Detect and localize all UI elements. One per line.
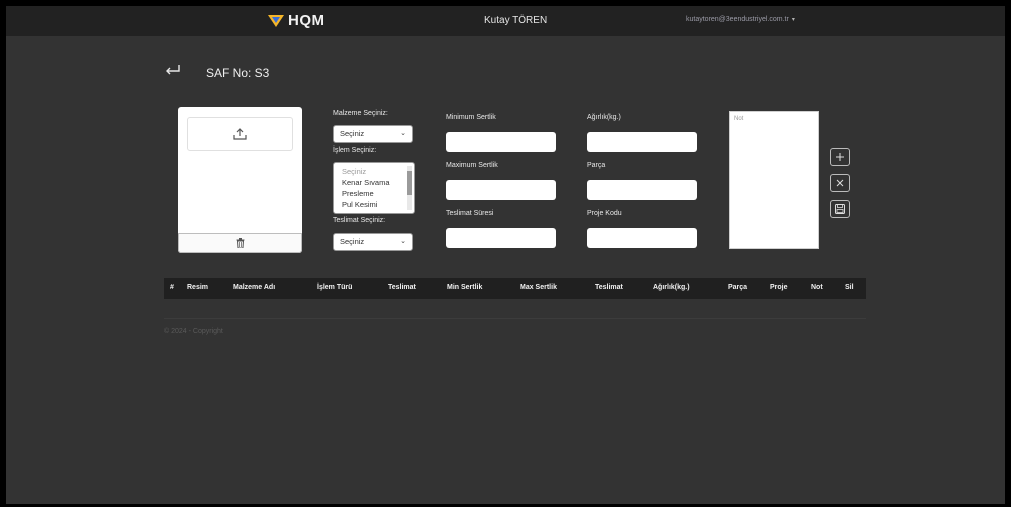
upload-icon [233,128,247,140]
teslimat-select[interactable]: Seçiniz ⌄ [333,233,413,251]
islem-listbox[interactable]: Seçiniz Kenar Sıvama Presleme Pul Kesimi [333,162,415,214]
page-title: SAF No: S3 [206,66,270,80]
max-sertlik-label: Maximum Sertlik [446,162,498,169]
islem-option[interactable]: Presleme [342,188,414,199]
teslimat-suresi-input[interactable] [446,228,556,248]
plus-icon [836,153,844,161]
clear-button[interactable] [830,174,850,192]
trash-icon [236,238,244,248]
top-navbar: HQM Kutay TÖREN kutaytoren@3eendustriyel… [6,6,1005,36]
scrollbar-thumb[interactable] [407,171,412,195]
column-header: İşlem Türü [317,284,353,291]
upload-button[interactable] [187,117,293,151]
agirlik-label: Ağırlık(kg.) [587,114,621,121]
user-email: kutaytoren@3eendustriyel.com.tr [686,16,789,23]
proje-kodu-label: Proje Kodu [587,210,622,217]
column-header: Teslimat [388,284,416,291]
malzeme-select[interactable]: Seçiniz ⌄ [333,125,413,143]
user-name: Kutay TÖREN [484,15,548,26]
max-sertlik-input[interactable] [446,180,556,200]
islem-option[interactable]: Pul Kesimi [342,199,414,210]
column-header: Proje [770,284,788,291]
app-window: HQM Kutay TÖREN kutaytoren@3eendustriyel… [6,6,1005,504]
column-header: Parça [728,284,748,291]
column-header: Max Sertlik [520,284,557,291]
islem-option[interactable]: Seçiniz [342,166,414,177]
close-icon [836,179,844,187]
islem-label: İşlem Seçiniz: [333,147,377,154]
table-header: # Resim Malzeme Adı İşlem Türü Teslimat … [164,278,866,299]
teslimat-select-value: Seçiniz [340,237,365,246]
column-header: Teslimat [595,284,623,291]
return-arrow-icon[interactable] [164,64,182,78]
column-header: Resim [187,284,209,291]
proje-kodu-input[interactable] [587,228,697,248]
chevron-down-icon: ⌄ [400,238,406,245]
malzeme-label: Malzeme Seçiniz: [333,110,388,117]
save-icon [835,204,845,214]
delete-image-button[interactable] [178,233,302,253]
malzeme-select-value: Seçiniz [340,129,365,138]
teslimat-label: Teslimat Seçiniz: [333,217,386,224]
teslimat-suresi-label: Teslimat Süresi [446,210,494,217]
parca-input[interactable] [587,180,697,200]
save-button[interactable] [830,200,850,218]
note-placeholder: Not [734,116,744,122]
islem-option[interactable]: Kenar Sıvama [342,177,414,188]
column-header: # [170,284,174,291]
logo-text: HQM [288,12,325,29]
footer-copyright: © 2024 - Copyright [164,328,223,335]
agirlik-input[interactable] [587,132,697,152]
column-header: Not [811,284,823,291]
table-divider [164,318,866,319]
note-textarea[interactable]: Not [729,111,819,249]
column-header: Ağırlık(kg.) [653,284,690,291]
chevron-down-icon: ▾ [791,17,795,23]
user-menu-dropdown[interactable]: kutaytoren@3eendustriyel.com.tr ▾ [686,16,795,23]
brand-logo[interactable]: HQM [268,12,325,29]
min-sertlik-input[interactable] [446,132,556,152]
parca-label: Parça [587,162,606,169]
column-header: Sil [845,284,854,291]
chevron-down-icon: ⌄ [400,130,406,137]
listbox-scrollbar[interactable] [407,166,412,210]
image-upload-card [178,107,302,253]
add-button[interactable] [830,148,850,166]
min-sertlik-label: Minimum Sertlik [446,114,496,121]
column-header: Min Sertlik [447,284,483,291]
logo-chevron-icon [268,14,284,27]
column-header: Malzeme Adı [233,284,276,291]
